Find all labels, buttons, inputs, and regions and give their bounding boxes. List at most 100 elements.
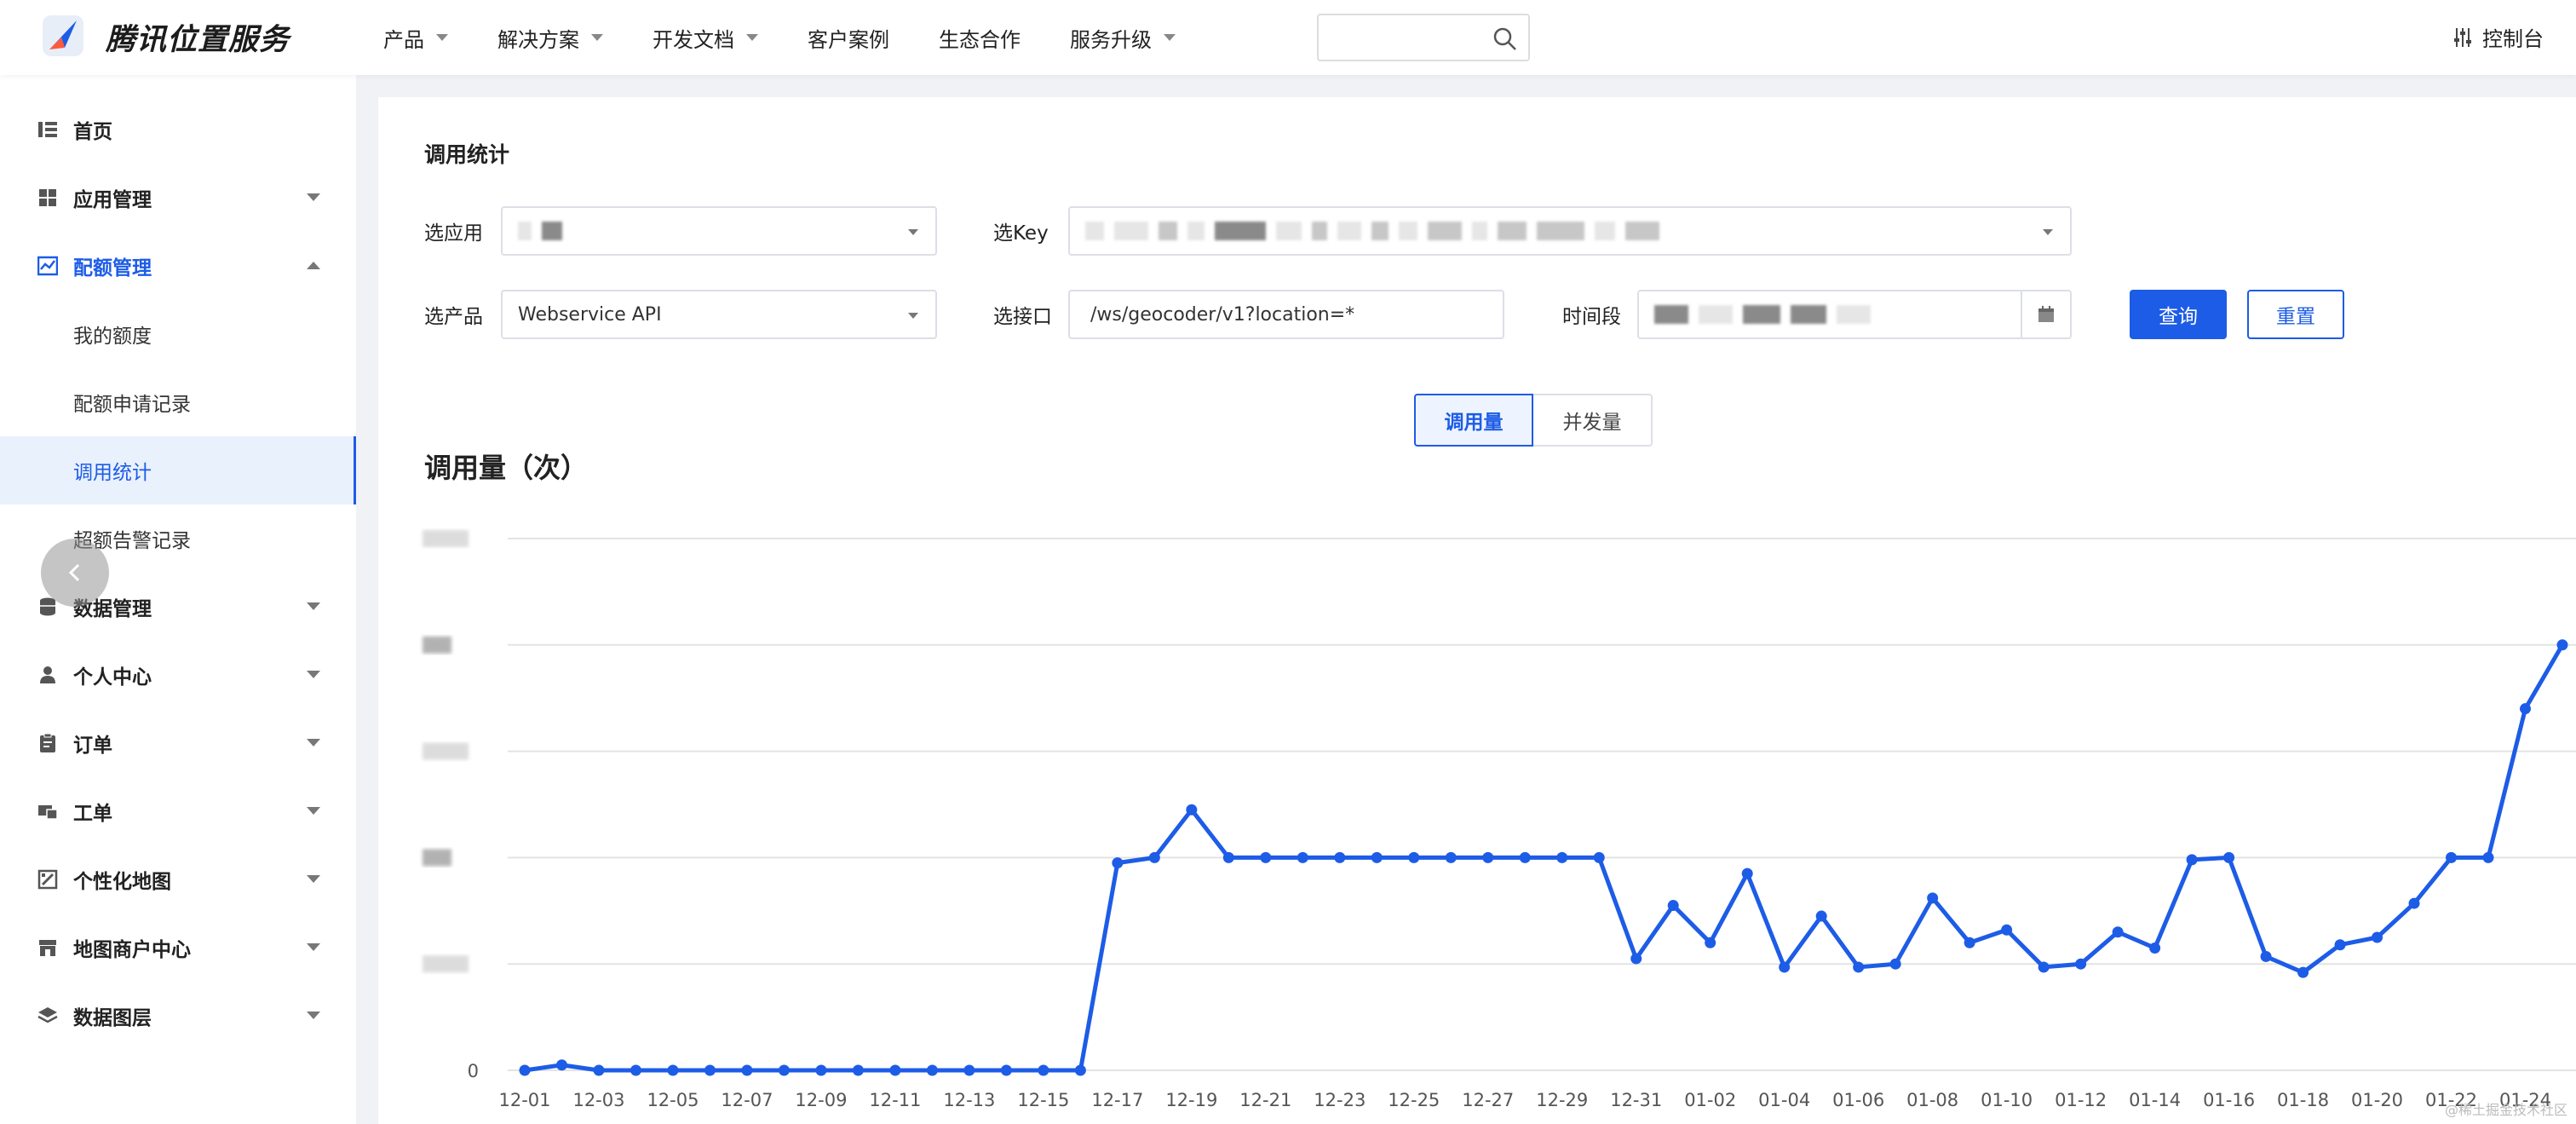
product-select[interactable]: Webservice API — [501, 290, 937, 339]
chevron-left-icon — [68, 563, 80, 582]
sidebar-item-merchant[interactable]: 地图商户中心 — [0, 914, 356, 982]
redacted-text — [1337, 222, 1361, 240]
nav-item-5[interactable]: 服务升级 — [1070, 23, 1176, 53]
nav-item-1[interactable]: 解决方案 — [497, 23, 603, 53]
time-range-picker[interactable] — [1637, 290, 2072, 339]
nav-item-label: 生态合作 — [939, 27, 1021, 52]
calendar-button[interactable] — [2021, 291, 2070, 337]
data-point — [2297, 966, 2309, 978]
user-icon — [36, 663, 60, 687]
call-volume-line-chart: 0 12-01 12-03 12-05 12-07 12-09 12-11 12-13 12-1… — [423, 530, 2576, 1110]
redacted-text — [1837, 305, 1871, 324]
data-point — [1186, 804, 1198, 816]
chevron-down-icon — [307, 875, 320, 883]
api-input[interactable]: /ws/geocoder/v1?location=* — [1068, 290, 1504, 339]
sidebar-item-quota-manage[interactable]: 配额管理 — [0, 232, 356, 300]
redacted-text — [1625, 222, 1659, 240]
redacted-text — [1498, 222, 1527, 240]
nav-item-0[interactable]: 产品 — [383, 23, 448, 53]
search-box[interactable] — [1317, 14, 1530, 61]
x-tick-label: 12-07 — [721, 1090, 773, 1110]
sidebar-item-tickets[interactable]: 工单 — [0, 777, 356, 845]
nav-item-label: 开发文档 — [653, 27, 734, 52]
chevron-down-icon — [307, 943, 320, 951]
x-tick-label: 12-13 — [943, 1090, 995, 1110]
sidebar-subitem-quota-requests[interactable]: 配额申请记录 — [0, 368, 356, 436]
nav-item-2[interactable]: 开发文档 — [653, 23, 758, 53]
data-point — [2112, 926, 2124, 938]
data-point — [704, 1064, 716, 1076]
sidebar-item-orders[interactable]: 订单 — [0, 709, 356, 777]
query-button[interactable]: 查询 — [2130, 290, 2227, 339]
x-tick-label: 12-05 — [647, 1090, 699, 1110]
sidebar-subitem-call-stats[interactable]: 调用统计 — [0, 436, 356, 504]
data-point — [1445, 851, 1457, 863]
x-tick-label: 01-08 — [1906, 1090, 1958, 1110]
console-label: 控制台 — [2482, 27, 2544, 51]
chevron-down-icon — [2043, 229, 2053, 235]
x-tick-label: 01-20 — [2351, 1090, 2403, 1110]
layers-icon — [36, 1004, 60, 1028]
sidebar-item-label: 个人中心 — [73, 666, 152, 689]
nav-item-label: 客户案例 — [808, 27, 889, 52]
data-point — [1000, 1064, 1012, 1076]
sidebar-item-app-manage[interactable]: 应用管理 — [0, 164, 356, 232]
data-point — [1927, 892, 1939, 904]
data-point — [2334, 939, 2346, 951]
chevron-down-icon — [908, 229, 918, 235]
brand-name[interactable]: 腾讯位置服务 — [106, 15, 290, 59]
chevron-down-icon — [908, 313, 918, 319]
tencent-location-logo[interactable] — [39, 12, 87, 60]
sidebar-item-label: 数据图层 — [73, 1007, 152, 1029]
y-tick-label-redacted — [423, 530, 469, 547]
data-point — [1667, 900, 1679, 912]
chevron-down-icon — [436, 34, 448, 41]
sidebar-item-custom-map[interactable]: 个性化地图 — [0, 845, 356, 914]
data-point — [667, 1064, 679, 1076]
data-point — [1741, 867, 1753, 879]
data-point — [2408, 897, 2420, 909]
tab-concurrency[interactable]: 并发量 — [1533, 394, 1653, 447]
data-point — [1222, 851, 1234, 863]
x-tick-label: 01-10 — [1981, 1090, 2033, 1110]
chevron-up-icon — [307, 262, 320, 269]
x-tick-label: 12-27 — [1462, 1090, 1514, 1110]
redacted-text — [1187, 222, 1205, 240]
data-point — [2372, 931, 2383, 943]
redacted-text — [1085, 222, 1104, 240]
sidebar-item-data-layers[interactable]: 数据图层 — [0, 982, 356, 1050]
chevron-down-icon — [307, 671, 320, 678]
nav-item-label: 产品 — [383, 27, 424, 52]
redacted-text — [1215, 222, 1266, 240]
key-select[interactable] — [1068, 206, 2072, 256]
app-select[interactable] — [501, 206, 937, 256]
console-link[interactable]: 控制台 — [2452, 22, 2544, 52]
data-point — [1074, 1064, 1086, 1076]
redacted-text — [1595, 222, 1615, 240]
search-input[interactable] — [1329, 15, 1491, 60]
sidebar-subitem-my-quota[interactable]: 我的额度 — [0, 300, 356, 368]
redacted-text — [1699, 305, 1733, 324]
grid-icon — [36, 186, 60, 210]
sidebar-item-home[interactable]: 首页 — [0, 95, 356, 164]
nav-item-3[interactable]: 客户案例 — [808, 23, 889, 53]
x-tick-label: 12-19 — [1165, 1090, 1217, 1110]
data-point — [889, 1064, 901, 1076]
redacted-text — [1276, 222, 1302, 240]
search-icon[interactable] — [1492, 26, 1518, 52]
data-point — [815, 1064, 827, 1076]
data-point — [1408, 851, 1420, 863]
app-select-label: 选应用 — [424, 222, 483, 245]
data-point — [778, 1064, 790, 1076]
tab-call-volume[interactable]: 调用量 — [1414, 394, 1533, 447]
x-tick-label: 01-02 — [1684, 1090, 1736, 1110]
nav-item-4[interactable]: 生态合作 — [939, 23, 1021, 53]
data-point — [1853, 961, 1865, 973]
product-select-label: 选产品 — [424, 306, 483, 328]
clipboard-icon — [36, 731, 60, 755]
reset-button[interactable]: 重置 — [2247, 290, 2344, 339]
sidebar-collapse-button[interactable] — [41, 539, 109, 607]
api-input-value: /ws/geocoder/v1?location=* — [1090, 303, 1355, 326]
data-point — [1260, 851, 1272, 863]
sidebar-item-personal[interactable]: 个人中心 — [0, 641, 356, 709]
